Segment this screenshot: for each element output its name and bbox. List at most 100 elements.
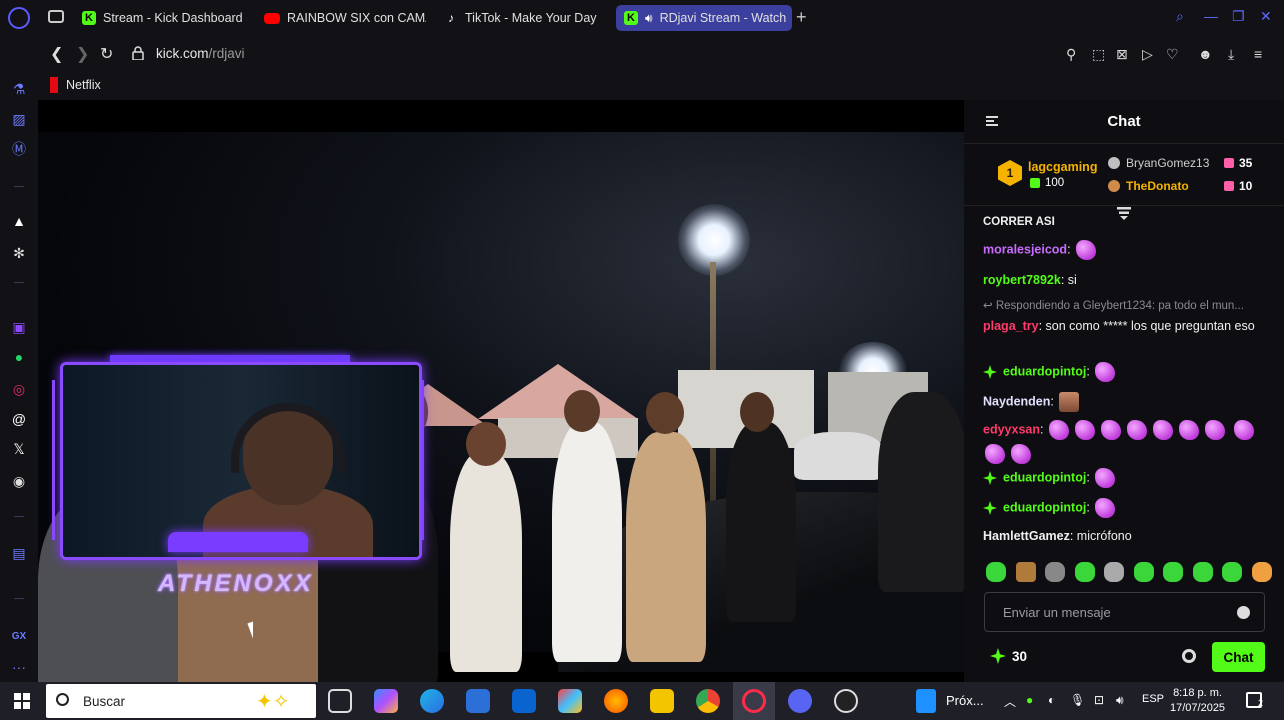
taskbar-clock[interactable]: 8:18 p. m. 17/07/2025 (1170, 686, 1225, 716)
reload-button[interactable]: ↻ (100, 44, 113, 64)
adblock-icon[interactable]: ⊠ (1116, 46, 1128, 63)
edge-icon[interactable] (420, 689, 444, 713)
emote-icon[interactable] (1163, 562, 1184, 582)
pin-icon[interactable]: ⚲ (1066, 46, 1076, 63)
emote-icon[interactable] (1222, 562, 1243, 582)
gift-icon (1030, 178, 1040, 188)
tray-app-icon[interactable]: ◐ (1048, 693, 1055, 707)
emote-icon[interactable] (1104, 562, 1125, 582)
close-icon[interactable]: ✕ (1260, 8, 1272, 25)
maximize-icon[interactable]: ❐ (1232, 8, 1245, 25)
chat-message-input[interactable] (985, 593, 1225, 631)
obs-icon[interactable] (834, 689, 858, 713)
office-icon[interactable] (558, 689, 582, 713)
whatsapp-icon[interactable]: ● (10, 348, 28, 366)
new-tab-button[interactable]: + (796, 7, 807, 28)
tab-kick-dashboard[interactable]: K Stream - Kick Dashboard (74, 5, 252, 31)
twitch-icon[interactable]: ▣ (10, 318, 28, 336)
language-indicator[interactable]: ESP (1142, 693, 1164, 705)
chat-settings-icon[interactable] (1182, 649, 1196, 663)
forward-button[interactable]: ❯ (76, 44, 89, 64)
chat-username[interactable]: moralesjeicod (983, 242, 1067, 256)
emote-icon[interactable] (1192, 562, 1213, 582)
minimize-icon[interactable]: — (1204, 8, 1218, 24)
tiktok-icon: ♪ (448, 11, 454, 25)
microphone-icon[interactable]: 🎙︎ (1070, 693, 1085, 707)
browser-tab-strip: K Stream - Kick Dashboard RAINBOW SIX co… (0, 0, 1284, 36)
chat-username[interactable]: HamlettGamez (983, 529, 1070, 543)
chat-messages[interactable]: CORRER ASI moralesjeicod: roybert7892k: … (964, 210, 1284, 554)
file-explorer-icon[interactable] (650, 689, 674, 713)
taskbar-pinned-label[interactable]: Próx... (946, 693, 984, 708)
chat-username[interactable]: Naydenden (983, 394, 1050, 408)
instagram-icon[interactable]: ◎ (10, 380, 28, 398)
back-button[interactable]: ❮ (50, 44, 63, 64)
chatgpt-icon[interactable]: ✻ (10, 244, 28, 262)
easy-setup-icon[interactable]: ≡ (1254, 46, 1262, 62)
search-tabs-icon[interactable]: ⌕ (1176, 8, 1184, 25)
leaderboard-second[interactable]: BryanGomez13 35 (1108, 156, 1252, 170)
network-icon[interactable]: ⊡ (1094, 693, 1104, 707)
leaderboard-first-name[interactable]: lagcgaming (1028, 160, 1097, 174)
copilot-icon[interactable] (374, 689, 398, 713)
aria-icon[interactable]: ⚗ (10, 80, 28, 98)
gift-icon (1224, 158, 1234, 168)
speaker-icon[interactable]: 🔊︎ (645, 11, 653, 26)
url-field[interactable]: kick.com/rdjavi (156, 46, 245, 61)
emote-icon[interactable] (986, 562, 1006, 582)
heart-icon[interactable]: ♡ (1166, 46, 1179, 63)
wallet-icon[interactable]: ▤ (10, 544, 28, 562)
opera-menu-icon[interactable] (8, 7, 30, 29)
x-icon[interactable]: 𝕏 (10, 440, 28, 458)
tab-tiktok[interactable]: ♪ TikTok - Make Your Day (436, 5, 606, 31)
channel-points[interactable]: 30 (990, 648, 1027, 664)
points-icon (990, 648, 1006, 664)
profile-avatar-icon[interactable]: ☻ (1198, 46, 1213, 62)
leaderboard-third[interactable]: TheDonato 10 (1108, 179, 1252, 193)
chat-username[interactable]: eduardopintoj (1003, 470, 1086, 484)
gx-icon[interactable]: GX (10, 628, 28, 646)
bookmark-netflix[interactable]: Netflix (50, 77, 101, 93)
messenger-icon[interactable]: Ⓜ (10, 140, 28, 158)
emote-icon[interactable] (1251, 562, 1272, 582)
discord-icon[interactable] (788, 689, 812, 713)
arc-icon[interactable]: ▲ (10, 212, 28, 230)
tab-rainbow-six[interactable]: RAINBOW SIX con CAMA (256, 5, 426, 31)
outlook-icon[interactable] (512, 689, 536, 713)
firefox-icon[interactable] (604, 689, 628, 713)
discord-icon[interactable]: ◉ (10, 472, 28, 490)
windows-start-icon[interactable] (14, 693, 30, 709)
more-icon[interactable]: ··· (10, 658, 28, 676)
download-icon[interactable]: ⤓ (1228, 46, 1234, 63)
snapshot-icon[interactable]: ⬚ (1092, 46, 1105, 63)
volume-icon[interactable]: 🔊︎ (1116, 693, 1124, 708)
show-hidden-icons[interactable]: ︿ (1004, 693, 1016, 710)
stream-video-player[interactable]: ATHENOXX (38, 100, 964, 682)
threads-icon[interactable]: @ (10, 410, 28, 428)
workspace-icon[interactable]: ▨ (10, 110, 28, 128)
chat-username[interactable]: eduardopintoj (1003, 364, 1086, 378)
chat-username[interactable]: eduardopintoj (1003, 500, 1086, 514)
chat-username[interactable]: roybert7892k (983, 273, 1061, 287)
chat-username[interactable]: edyyxsan (983, 422, 1040, 436)
chat-username[interactable]: plaga_try (983, 319, 1039, 333)
play-icon[interactable]: ▷ (1142, 46, 1153, 63)
document-icon[interactable] (916, 689, 936, 713)
send-chat-button[interactable]: Chat (1212, 642, 1265, 672)
gift-leaderboard: 1 lagcgaming 100 BryanGomez13 35 TheDona… (964, 144, 1284, 206)
chrome-icon[interactable] (696, 689, 720, 713)
taskbar-search[interactable]: Buscar ✦✧ (46, 684, 316, 718)
tab-rdjavi-stream[interactable]: K 🔊︎ RDjavi Stream - Watch (616, 5, 792, 31)
chat-panel: Chat 1 lagcgaming 100 BryanGomez13 35 Th… (964, 100, 1284, 682)
tray-app-icon[interactable]: ● (1026, 693, 1033, 707)
task-view-icon[interactable] (328, 689, 352, 713)
emote-icon[interactable] (1074, 562, 1095, 582)
emote-icon[interactable] (1133, 562, 1154, 582)
emote-icon[interactable] (1015, 562, 1036, 582)
tab-menu-icon[interactable] (48, 10, 64, 23)
chat-message: edyyxsan: (983, 418, 1269, 466)
opera-gx-icon[interactable] (742, 689, 766, 713)
emote-picker-icon[interactable] (1237, 606, 1250, 619)
emote-icon[interactable] (1045, 562, 1066, 582)
store-icon[interactable] (466, 689, 490, 713)
